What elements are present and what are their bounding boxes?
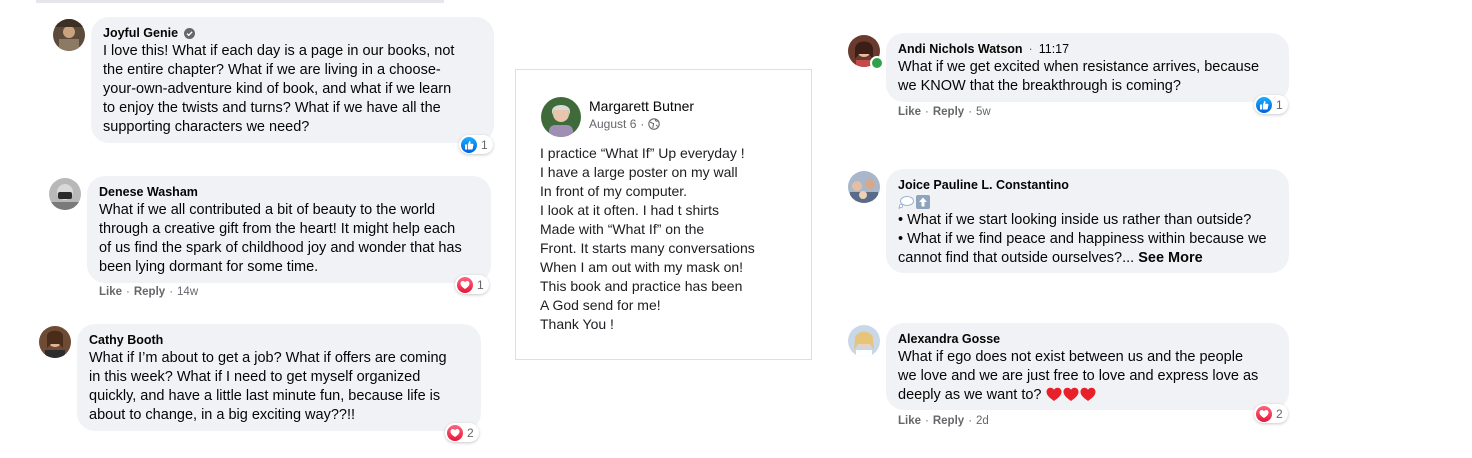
love-reaction-icon [457,276,473,293]
avatar[interactable] [39,326,71,358]
post-card: Margarett Butner August 6 · I practice “… [515,69,812,360]
avatar[interactable] [848,325,880,357]
comment-timestamp[interactable]: 2d [976,415,989,427]
post-date[interactable]: August 6 [589,117,636,131]
like-reaction-icon [1256,96,1272,113]
like-link[interactable]: Like [898,106,921,118]
reaction-count[interactable]: 1 [455,275,489,294]
reaction-count[interactable]: 2 [445,423,479,442]
see-more-link[interactable]: See More [1138,250,1202,266]
reaction-count[interactable]: 1 [1254,95,1288,114]
thought-bubble-icon [898,196,914,209]
verified-badge-icon [184,27,196,39]
comment-actions: Like · Reply · 5w [898,106,991,118]
comment-bubble: Denese Washam What if we all contributed… [87,176,491,283]
reply-link[interactable]: Reply [933,106,964,118]
reaction-count[interactable]: 2 [1254,404,1288,423]
comment-bubble: Alexandra Gosse What if ego does not exi… [886,323,1289,410]
comment-time[interactable]: 11:17 [1039,41,1069,57]
comment-bubble: Cathy Booth What if I’m about to get a j… [77,324,481,431]
avatar[interactable] [848,171,880,203]
love-reaction-icon [1256,405,1272,422]
online-status-icon [870,56,884,70]
comment-text: I love this! What if each day is a page … [103,43,455,135]
like-link[interactable]: Like [99,286,122,298]
avatar[interactable] [49,178,81,210]
commenter-name[interactable]: Alexandra Gosse [898,331,1000,347]
comment-text: What if we all contributed a bit of beau… [99,202,462,275]
post-text: I practice “What If” Up everyday ! I hav… [540,145,755,332]
comment-text: What if I’m about to get a job? What if … [89,350,447,423]
comment-bubble: Joice Pauline L. Constantino • What if w… [886,169,1289,273]
avatar[interactable] [53,19,85,51]
top-divider [36,0,444,3]
comment-bubble: Joyful Genie I love this! What if each d… [91,17,494,143]
reply-link[interactable]: Reply [933,415,964,427]
comment-text: What if ego does not exist between us an… [898,349,1259,403]
commenter-name[interactable]: Joyful Genie [103,25,178,41]
comment-bubble: Andi Nichols Watson · 11:17 What if we g… [886,33,1289,102]
post-author-name[interactable]: Margarett Butner [589,97,694,115]
love-reaction-icon [447,424,463,441]
post-author-avatar[interactable] [541,97,581,137]
comment-actions: Like · Reply · 2d [898,415,989,427]
like-link[interactable]: Like [898,415,921,427]
globe-icon [648,118,661,130]
like-reaction-icon [461,136,477,153]
commenter-name[interactable]: Andi Nichols Watson [898,41,1023,57]
comment-text: What if we get excited when resistance a… [898,59,1260,94]
commenter-name[interactable]: Denese Washam [99,184,198,200]
up-arrow-icon [916,195,930,209]
reaction-count[interactable]: 1 [459,135,493,154]
red-heart-icon [1046,387,1096,402]
post-meta: August 6 · [589,117,661,131]
comment-text: • What if we start looking inside us rat… [898,212,1267,266]
reply-link[interactable]: Reply [134,286,165,298]
commenter-name[interactable]: Cathy Booth [89,332,163,348]
comment-timestamp[interactable]: 5w [976,106,991,118]
commenter-name[interactable]: Joice Pauline L. Constantino [898,177,1069,193]
comment-timestamp[interactable]: 14w [177,286,198,298]
comment-actions: Like · Reply · 14w [99,286,199,298]
